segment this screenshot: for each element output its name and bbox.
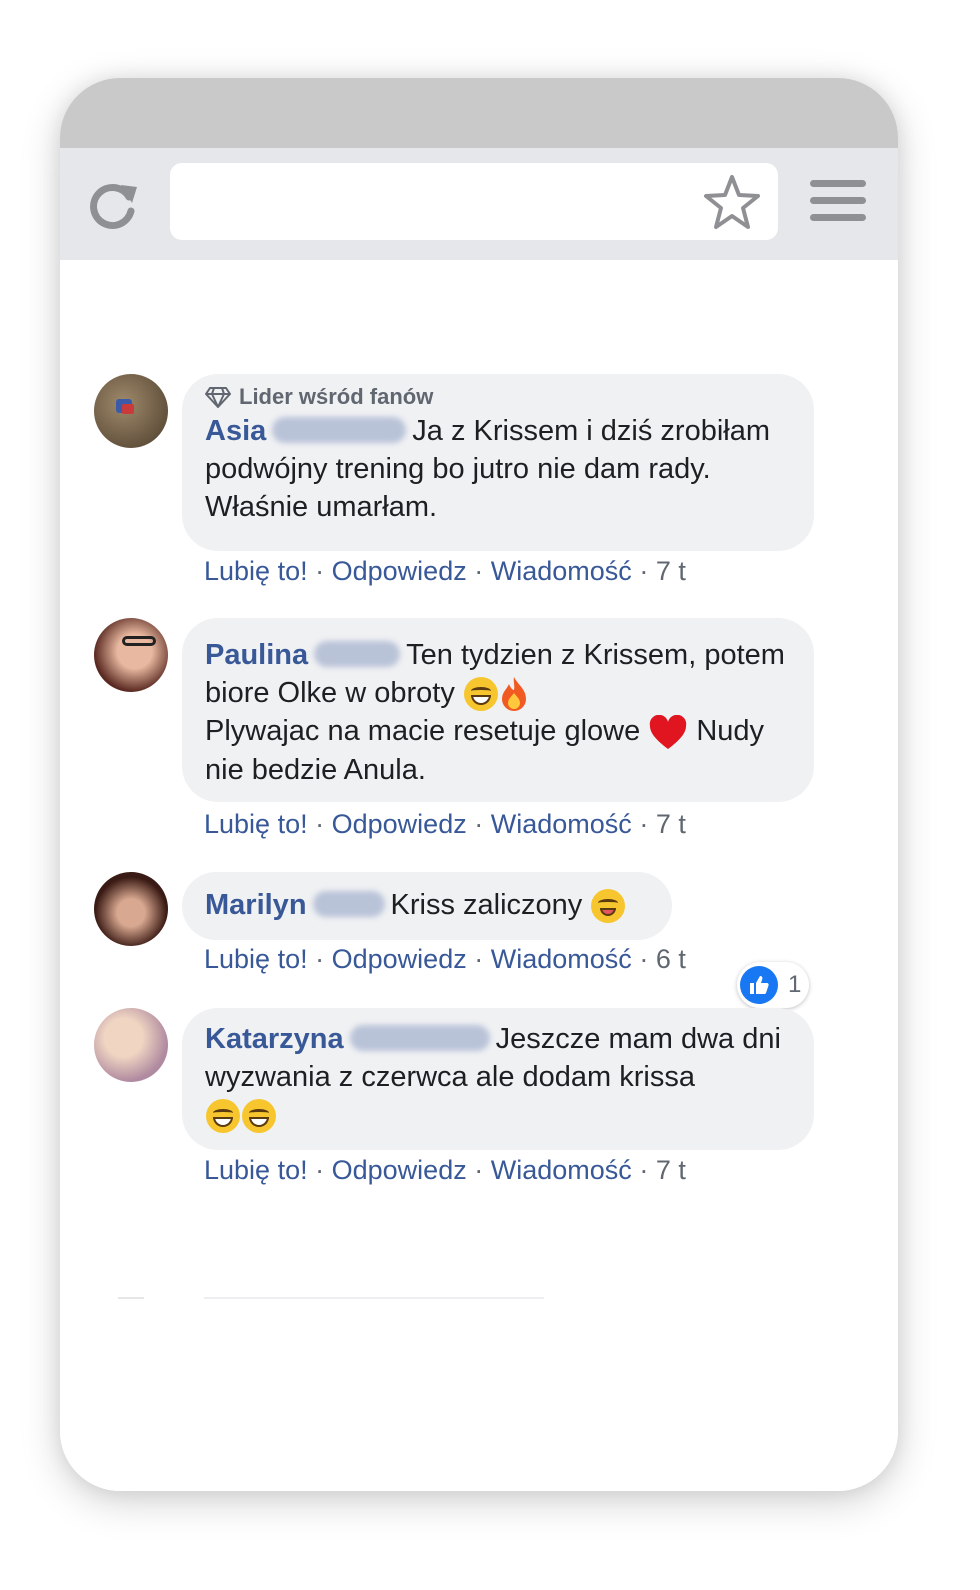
star-icon[interactable] — [702, 173, 762, 233]
timestamp[interactable]: 7 t — [656, 809, 686, 839]
timestamp[interactable]: 7 t — [656, 556, 686, 586]
comment-bubble: Paulina Ten tydzien z Krissem, potem bior… — [182, 618, 814, 802]
comment-actions: Lubię to! · Odpowiedz · Wiadomość · 7 t — [204, 1155, 686, 1185]
comment-actions: Lubię to! · Odpowiedz · Wiadomość · 7 t — [204, 809, 686, 839]
comments-feed: Lider wśród fanów Asia Ja z Krissem i dzi… — [60, 260, 898, 1491]
comment-bubble: Marilyn Kriss zaliczony — [182, 872, 672, 940]
winking-tongue-emoji-icon — [591, 889, 626, 924]
badge-label: Lider wśród fanów — [239, 384, 434, 409]
laughing-emoji-icon — [463, 677, 498, 712]
hamburger-menu-icon[interactable] — [810, 180, 866, 230]
timestamp[interactable]: 6 t — [656, 944, 686, 974]
message-link[interactable]: Wiadomość — [491, 809, 632, 839]
phone-frame: Lider wśród fanów Asia Ja z Krissem i dzi… — [60, 78, 898, 1491]
reaction-counter[interactable]: 1 — [737, 962, 809, 1008]
author-name[interactable]: Katarzyna — [205, 1023, 344, 1055]
reply-link[interactable]: Odpowiedz — [332, 944, 467, 974]
browser-toolbar — [60, 148, 898, 260]
like-link[interactable]: Lubię to! — [204, 556, 308, 586]
grinning-emoji-icon — [242, 1099, 276, 1134]
timestamp[interactable]: 7 t — [656, 1155, 686, 1185]
reply-link[interactable]: Odpowiedz — [332, 1155, 467, 1185]
fire-emoji-icon — [501, 677, 526, 712]
avatar[interactable] — [94, 872, 168, 946]
author-name[interactable]: Marilyn — [205, 889, 307, 921]
next-comment-bubble-edge — [204, 1297, 544, 1299]
blurred-surname — [349, 1025, 490, 1052]
reaction-count: 1 — [788, 971, 802, 998]
grinning-emoji-icon — [206, 1099, 240, 1134]
blurred-surname — [312, 891, 385, 918]
author-name[interactable]: Paulina — [205, 639, 308, 671]
next-comment-avatar-edge — [118, 1297, 144, 1299]
diamond-icon — [205, 387, 231, 408]
heart-emoji-icon — [650, 714, 687, 749]
status-bar — [60, 78, 898, 148]
reply-link[interactable]: Odpowiedz — [332, 556, 467, 586]
comment-text: Plywajac na macie resetuje glowe — [205, 715, 641, 748]
avatar[interactable] — [94, 374, 168, 448]
comment-bubble: Lider wśród fanów Asia Ja z Krissem i dzi… — [182, 374, 814, 551]
message-link[interactable]: Wiadomość — [491, 1155, 632, 1185]
thumbs-up-icon — [740, 966, 778, 1004]
blurred-surname — [272, 417, 407, 444]
message-link[interactable]: Wiadomość — [491, 944, 632, 974]
comment-text: Kriss zaliczony — [390, 889, 583, 921]
like-link[interactable]: Lubię to! — [204, 809, 308, 839]
like-link[interactable]: Lubię to! — [204, 1155, 308, 1185]
avatar[interactable] — [94, 1008, 168, 1082]
author-name[interactable]: Asia — [205, 415, 266, 447]
comment-actions: Lubię to! · Odpowiedz · Wiadomość · 6 t — [204, 944, 686, 974]
comment-actions: Lubię to! · Odpowiedz · Wiadomość · 7 t — [204, 556, 686, 586]
url-bar[interactable] — [170, 163, 778, 240]
fan-badge: Lider wśród fanów — [205, 384, 792, 410]
avatar[interactable] — [94, 618, 168, 692]
blurred-surname — [314, 641, 401, 668]
comment-bubble: Katarzyna Jeszcze mam dwa dni wyzwania z … — [182, 1008, 814, 1150]
reply-link[interactable]: Odpowiedz — [332, 809, 467, 839]
message-link[interactable]: Wiadomość — [491, 556, 632, 586]
reload-icon[interactable] — [85, 177, 141, 233]
like-link[interactable]: Lubię to! — [204, 944, 308, 974]
